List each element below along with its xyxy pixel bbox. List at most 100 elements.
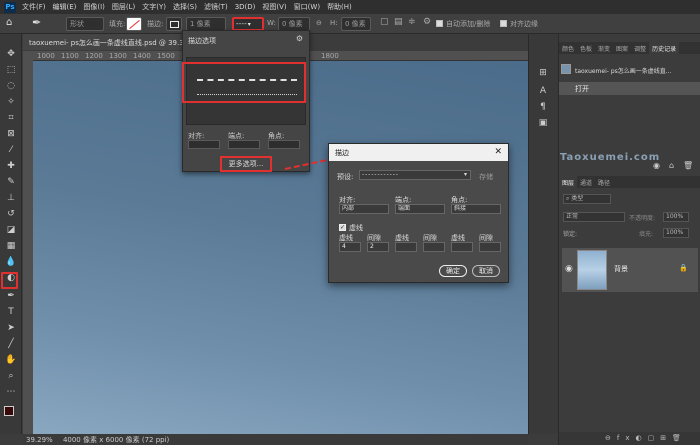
line-tool-icon[interactable]: ╱ — [4, 338, 18, 350]
menu-type[interactable]: 文字(Y) — [142, 2, 166, 12]
stroke-type-dropdown[interactable]: - - - - ▾ — [232, 17, 264, 31]
crop-tool-icon[interactable]: ⌗ — [4, 112, 18, 124]
more-options-button[interactable]: 更多选项... — [220, 156, 272, 172]
menu-edit[interactable]: 编辑(E) — [53, 2, 77, 12]
eyedropper-tool-icon[interactable]: ⁄ — [4, 144, 18, 156]
menu-filter[interactable]: 滤镜(T) — [204, 2, 228, 12]
width-input[interactable]: 0 像素 — [278, 17, 310, 31]
corners-select[interactable] — [268, 140, 300, 149]
tab-history[interactable]: 历史记录 — [649, 42, 680, 54]
dialog-corners-select[interactable]: 斜接 — [451, 204, 501, 214]
lasso-tool-icon[interactable]: ◌ — [4, 80, 18, 92]
hand-tool-icon[interactable]: ✋ — [4, 354, 18, 366]
tab-layers[interactable]: 图层 — [559, 176, 578, 188]
layer-filter-select[interactable]: ⌕ 类型 — [563, 194, 611, 204]
menu-window[interactable]: 窗口(W) — [294, 2, 320, 12]
camera-icon[interactable]: ⌂ — [669, 161, 674, 170]
align-select[interactable] — [188, 140, 220, 149]
dash-input-1[interactable]: 4 — [339, 242, 361, 252]
dash-input-2[interactable] — [395, 242, 417, 252]
dialog-align-select[interactable]: 内部 — [339, 204, 389, 214]
tab-channels[interactable]: 通道 — [577, 176, 595, 188]
paragraph-panel-icon[interactable]: ¶ — [537, 102, 549, 114]
snapshot-name[interactable]: taoxuemei- ps怎么画一条虚线直... — [575, 66, 672, 75]
stroke-swatch[interactable] — [166, 17, 182, 31]
align-edges-label: 对齐边缘 — [510, 20, 538, 28]
pen-tool-icon[interactable]: ✒ — [32, 16, 41, 29]
cancel-button[interactable]: 取消 — [472, 265, 500, 277]
gap-input-1[interactable]: 2 — [367, 242, 389, 252]
link-icon[interactable]: ⊖ — [316, 19, 322, 27]
layers-footer-icons[interactable]: ⊖fx◐▢⊞🗑 — [559, 432, 700, 445]
eraser-tool-icon[interactable]: ◪ — [4, 224, 18, 236]
path-arrangement-icon[interactable]: ≑ — [408, 17, 416, 27]
ok-button[interactable]: 确定 — [439, 265, 467, 277]
dashed-checkbox[interactable]: ✓ — [339, 224, 346, 231]
frame-tool-icon[interactable]: ⊠ — [4, 128, 18, 140]
preset-select[interactable]: - - - - - - - - - - - - ▾ — [359, 170, 471, 180]
eye-icon[interactable]: ◉ — [565, 264, 573, 274]
history-step-row[interactable]: 打开 — [559, 82, 700, 95]
menu-view[interactable]: 视图(V) — [262, 2, 286, 12]
tab-swatches[interactable]: 色板 — [577, 42, 595, 54]
path-selection-tool-icon[interactable]: ➤ — [4, 322, 18, 334]
character-panel-icon[interactable]: A — [537, 86, 549, 98]
menu-3d[interactable]: 3D(D) — [235, 3, 256, 11]
path-operations-icon[interactable]: ▢ — [380, 17, 389, 27]
history-panel-icon[interactable]: ⊞ — [537, 68, 549, 80]
marquee-tool-icon[interactable]: ⬚ — [4, 64, 18, 76]
magic-wand-tool-icon[interactable]: ✧ — [4, 96, 18, 108]
align-edges-checkbox[interactable] — [500, 20, 507, 27]
opacity-input[interactable]: 100% — [663, 212, 689, 222]
properties-panel-icon[interactable]: ▣ — [537, 118, 549, 130]
tab-adjustments[interactable]: 调整 — [631, 42, 649, 54]
gradient-tool-icon[interactable]: ▦ — [4, 240, 18, 252]
home-icon[interactable]: ⌂ — [6, 17, 12, 28]
dash-input-3[interactable] — [451, 242, 473, 252]
gap-input-3[interactable] — [479, 242, 501, 252]
pen-tool-icon[interactable]: ✒ — [4, 290, 18, 302]
caps-select[interactable] — [228, 140, 260, 149]
menu-select[interactable]: 选择(S) — [173, 2, 197, 12]
collapsed-panels-strip: ⊞ A ¶ ▣ — [528, 34, 558, 434]
tab-gradients[interactable]: 渐变 — [595, 42, 613, 54]
tab-patterns[interactable]: 图案 — [613, 42, 631, 54]
menu-file[interactable]: 文件(F) — [22, 2, 46, 12]
menu-layer[interactable]: 图层(L) — [112, 2, 135, 12]
history-brush-tool-icon[interactable]: ↺ — [4, 208, 18, 220]
dialog-caps-select[interactable]: 端面 — [395, 204, 445, 214]
foreground-color-swatch[interactable] — [4, 406, 14, 416]
shape-mode-select[interactable]: 形状 — [66, 17, 104, 31]
menu-help[interactable]: 帮助(H) — [327, 2, 352, 12]
move-tool-icon[interactable]: ✥ — [4, 48, 18, 60]
path-alignment-icon[interactable]: ▤ — [394, 17, 403, 27]
fill-input[interactable]: 100% — [663, 228, 689, 238]
height-input[interactable]: 0 像素 — [341, 17, 371, 31]
zoom-tool-icon[interactable]: ⌕ — [4, 370, 18, 382]
pen-tool-highlight — [1, 272, 18, 289]
blend-mode-select[interactable]: 正常 — [563, 212, 625, 222]
type-tool-icon[interactable]: T — [4, 306, 18, 318]
h-label: H: — [330, 19, 338, 27]
tab-paths[interactable]: 路径 — [595, 176, 613, 188]
auto-add-delete-checkbox[interactable] — [436, 20, 443, 27]
fill-swatch[interactable] — [126, 17, 142, 31]
menu-image[interactable]: 图像(I) — [83, 2, 105, 12]
clone-stamp-tool-icon[interactable]: ⊥ — [4, 192, 18, 204]
trash-icon[interactable]: 🗑 — [683, 161, 693, 170]
brush-tool-icon[interactable]: ✎ — [4, 176, 18, 188]
close-icon[interactable]: ✕ — [494, 147, 502, 157]
history-step-open: 打开 — [575, 85, 589, 93]
gear-icon[interactable]: ⚙ — [423, 17, 431, 27]
tab-color[interactable]: 颜色 — [559, 42, 577, 54]
save-preset-button[interactable]: 存储 — [479, 172, 493, 182]
preset-label: 预设: — [337, 173, 354, 181]
document-tab[interactable]: taoxuemei- ps怎么画一条虚线直线.psd @ 39.3%(RGB — [23, 34, 183, 50]
status-bar: 39.29% 4000 像素 x 6000 像素 (72 ppi) — [23, 434, 528, 445]
blur-tool-icon[interactable]: 💧 — [4, 256, 18, 268]
more-tools-icon[interactable]: ⋯ — [4, 386, 18, 398]
gap-input-2[interactable] — [423, 242, 445, 252]
healing-brush-tool-icon[interactable]: ✚ — [4, 160, 18, 172]
panel-gear-icon[interactable]: ⚙ — [296, 34, 303, 43]
stroke-width-input[interactable]: 1 像素 — [186, 17, 226, 31]
